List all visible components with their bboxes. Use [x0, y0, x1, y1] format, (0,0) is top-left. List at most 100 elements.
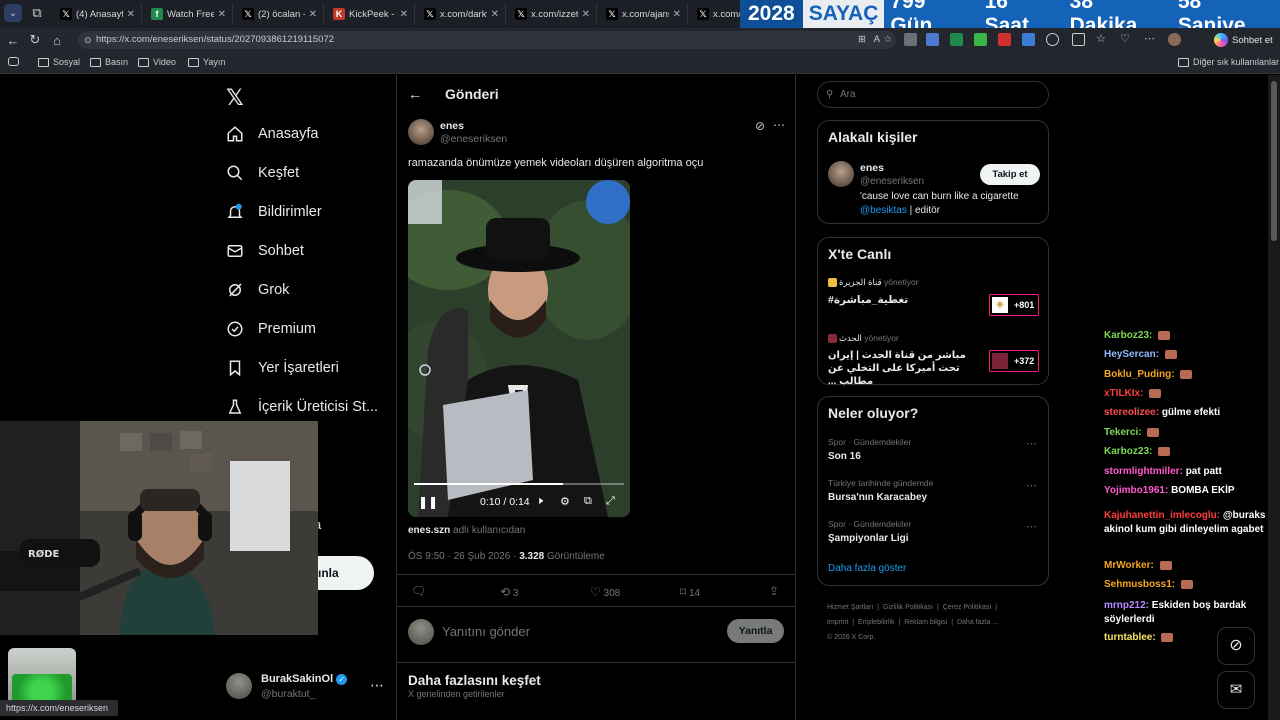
back-arrow-icon[interactable]: ← [408, 86, 422, 102]
account-more-icon[interactable]: ⋯ [370, 677, 384, 694]
bookmark-folder[interactable]: Sosyal [38, 57, 80, 67]
chat-username[interactable]: mrnp212: [1104, 600, 1149, 611]
chat-username[interactable]: MrWorker: [1104, 560, 1154, 571]
extension-icon[interactable] [926, 33, 939, 46]
chat-username[interactable]: stormlightmiller: [1104, 466, 1183, 477]
trend-item[interactable]: Türkiye tarihinde gündemde Bursa'nın Kar… [828, 478, 933, 503]
post-more-icon[interactable]: ⋯ [773, 118, 785, 132]
live-listeners[interactable]: ◈ +801 [989, 294, 1039, 316]
search-input[interactable]: ⚲ Ara [817, 81, 1049, 108]
chat-username[interactable]: turntablee: [1104, 632, 1156, 643]
live-host-row[interactable]: قناة الجزيرة yönetiyor [828, 277, 919, 288]
back-icon[interactable]: ← [2, 30, 24, 50]
retweet-button[interactable]: ⟲ 3 [500, 585, 518, 599]
bio-link[interactable]: @besiktas [860, 205, 907, 216]
nav-explore[interactable]: Keşfet [226, 164, 299, 182]
bookmark-folder[interactable]: Yayın [188, 57, 225, 67]
footer-link[interactable]: Imprint [827, 619, 848, 626]
close-tab-icon[interactable]: ✕ [127, 9, 135, 20]
credit-user[interactable]: enes.szn [408, 525, 450, 536]
browser-tab[interactable]: 𝕏 (2) öcalan - Ara ✕ [236, 3, 324, 25]
live-item-title[interactable]: مباشر من قناة الحدث | إيران تحث أميركا ع… [828, 349, 978, 388]
nav-messages[interactable]: Sohbet [226, 242, 304, 260]
nav-home[interactable]: Anasayfa [226, 125, 318, 143]
related-avatar[interactable] [828, 161, 854, 187]
chat-username[interactable]: Yojimbo1961: [1104, 485, 1168, 496]
heart-icon[interactable]: ♡ [1120, 33, 1133, 46]
footer-link[interactable]: Reklam bilgisi [904, 619, 947, 626]
related-name[interactable]: enes [860, 162, 884, 174]
close-tab-icon[interactable]: ✕ [309, 9, 317, 20]
account-avatar[interactable] [226, 673, 252, 699]
close-tab-icon[interactable]: ✕ [400, 9, 408, 20]
zoom-icon[interactable]: A [874, 31, 880, 49]
chat-username[interactable]: Tekerci: [1104, 427, 1142, 438]
close-tab-icon[interactable]: ✕ [673, 9, 681, 20]
share-icon[interactable]: ⇪ [769, 584, 779, 598]
author-name[interactable]: enes [440, 120, 464, 132]
chat-username[interactable]: Karboz23: [1104, 330, 1152, 341]
chat-username[interactable]: Boklu_Puding: [1104, 369, 1175, 380]
settings-icon[interactable]: ⚙ [560, 495, 570, 508]
nav-premium[interactable]: Premium [226, 320, 316, 338]
chat-username[interactable]: Karboz23: [1104, 446, 1152, 457]
account-name-row[interactable]: BurakSakinOl ✓ [261, 673, 348, 685]
nav-grok[interactable]: Grok [226, 281, 289, 299]
chat-username[interactable]: Sehmusboss1: [1104, 579, 1175, 590]
footer-link[interactable]: Erişilebilirlik [858, 619, 895, 626]
workspaces-icon[interactable]: ⧉ [28, 4, 46, 22]
close-tab-icon[interactable]: ✕ [218, 9, 226, 20]
tab-actions-icon[interactable] [8, 57, 19, 66]
chat-username[interactable]: Kajuhanettin_imlecoglu: [1104, 510, 1220, 521]
grok-explain-icon[interactable]: ⊘ [755, 119, 765, 133]
footer-link[interactable]: Gizlilik Politikası [883, 604, 933, 611]
refresh-icon[interactable]: ↻ [24, 30, 46, 50]
more-icon[interactable]: ⋯ [1144, 33, 1157, 46]
url-field[interactable]: ⊙ https://x.com/eneseriksen/status/20270… [78, 31, 896, 49]
home-browser-icon[interactable]: ⌂ [46, 30, 68, 50]
reply-button[interactable]: Yanıtla [727, 619, 784, 643]
pip-icon[interactable]: ⧉ [584, 495, 592, 508]
extensions-puzzle-icon[interactable] [1046, 33, 1059, 46]
other-bookmarks[interactable]: Diğer sık kullanılanlar [1178, 57, 1279, 67]
copilot-button[interactable]: Sohbet et [1214, 31, 1273, 49]
chat-username[interactable]: stereolizee: [1104, 407, 1159, 418]
nav-bookmarks[interactable]: Yer İşaretleri [226, 359, 339, 377]
follow-button[interactable]: Takip et [980, 164, 1040, 185]
bookmark-folder[interactable]: Basın [90, 57, 128, 67]
author-handle[interactable]: @eneseriksen [440, 133, 507, 145]
nav-creator-studio[interactable]: İçerik Üreticisi St... [226, 398, 378, 416]
trend-more-icon[interactable]: ⋯ [1026, 479, 1037, 492]
chat-username[interactable]: xTILKIx: [1104, 388, 1143, 399]
trend-item[interactable]: Spor · Gündemdekiler Son 16 [828, 437, 911, 462]
bookmark-button[interactable]: ⌑ 14 [680, 585, 700, 599]
extension-icon[interactable] [904, 33, 917, 46]
trend-more-icon[interactable]: ⋯ [1026, 520, 1037, 533]
live-listeners[interactable]: +372 [989, 350, 1039, 372]
close-tab-icon[interactable]: ✕ [582, 9, 590, 20]
tab-menu-icon[interactable]: ⌄ [4, 4, 22, 22]
reply-input[interactable]: Yanıtını gönder [442, 624, 530, 639]
pause-icon[interactable]: ❚❚ [418, 495, 438, 509]
video-player[interactable]: ❚❚ 0:10 / 0:14 🕨 ⚙ ⧉ ⤢ [408, 180, 630, 517]
reader-icon[interactable]: ⊞ [858, 31, 866, 49]
split-screen-icon[interactable] [1072, 33, 1085, 46]
close-tab-icon[interactable]: ✕ [491, 9, 499, 20]
footer-link[interactable]: Çerez Politikası [943, 604, 992, 611]
author-avatar[interactable] [408, 119, 434, 145]
browser-tab[interactable]: 𝕏x.com/izzetcap ✕ [509, 3, 597, 25]
browser-tab[interactable]: K KickPeek - Real ✕ [327, 3, 415, 25]
bookmark-folder[interactable]: Video [138, 57, 176, 67]
extension-icon[interactable] [974, 33, 987, 46]
favorites-icon[interactable]: ☆ [1096, 33, 1109, 46]
live-host-row[interactable]: الحدث yönetiyor [828, 333, 899, 344]
messages-float-icon[interactable]: ✉ [1217, 671, 1255, 709]
grok-float-icon[interactable]: ⊘ [1217, 627, 1255, 665]
browser-tab[interactable]: 𝕏x.com/darkweb ✕ [418, 3, 506, 25]
video-scrubber-track[interactable] [414, 483, 624, 485]
scrollbar-thumb[interactable] [1271, 81, 1277, 241]
like-button[interactable]: ♡ 308 [590, 585, 620, 599]
trend-more-icon[interactable]: ⋯ [1026, 437, 1037, 450]
browser-tab[interactable]: 𝕏 (4) Anasayfa / X ✕ [54, 3, 142, 25]
live-item-title[interactable]: #تغطية_مباشرة [828, 294, 908, 306]
